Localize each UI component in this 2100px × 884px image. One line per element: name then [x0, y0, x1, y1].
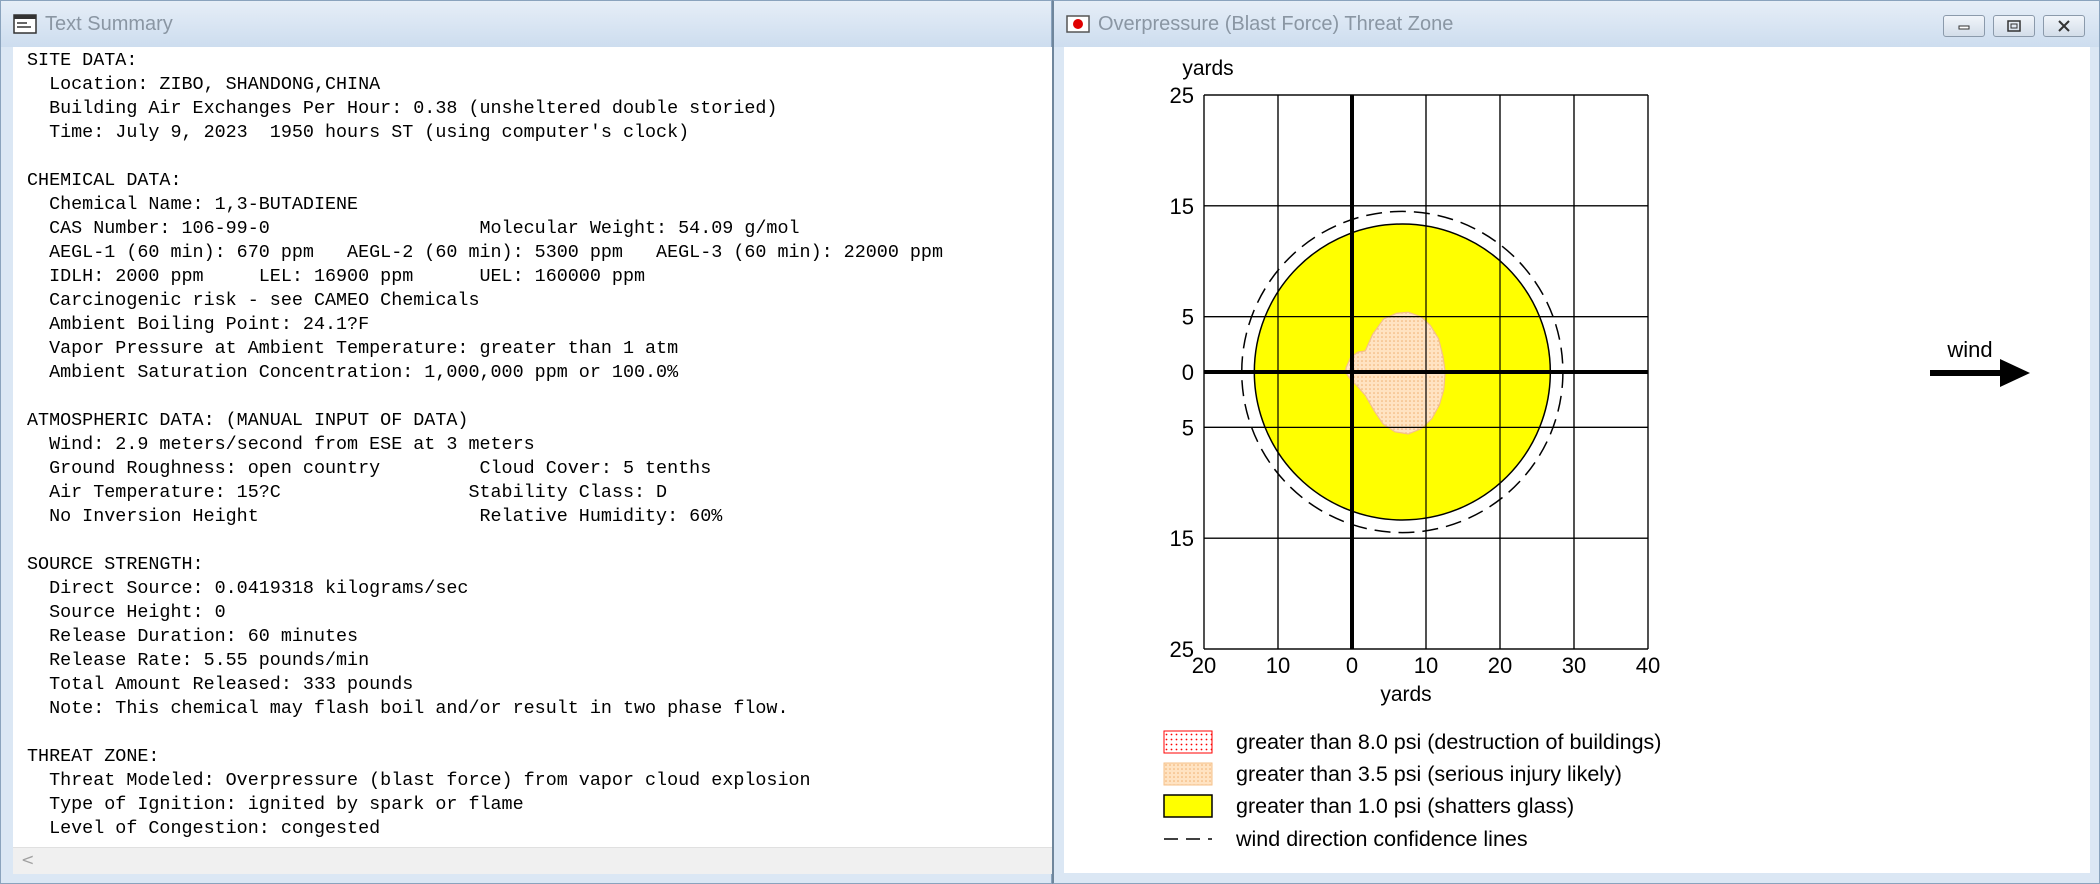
legend-label-1psi: greater than 1.0 psi (shatters glass) — [1236, 794, 1574, 818]
app-icon — [13, 14, 37, 34]
caption-buttons — [1943, 15, 2085, 37]
y-tick-label: 15 — [1170, 194, 1194, 219]
wind-arrow-icon — [1930, 359, 2030, 387]
wind-label: wind — [1946, 337, 1992, 362]
y-tick-label: 5 — [1182, 305, 1194, 330]
x-tick-label: 10 — [1266, 653, 1290, 678]
summary-text-area[interactable]: SITE DATA: Location: ZIBO, SHANDONG,CHIN… — [13, 47, 1053, 847]
y-tick-label: 15 — [1170, 526, 1194, 551]
legend-label-8psi: greater than 8.0 psi (destruction of bui… — [1236, 730, 1661, 754]
horizontal-scrollbar[interactable]: < — [13, 847, 1053, 874]
legend: greater than 8.0 psi (destruction of bui… — [1163, 730, 1661, 851]
legend-swatch-3-5psi — [1163, 762, 1213, 786]
legend-label-3-5psi: greater than 3.5 psi (serious injury lik… — [1236, 762, 1622, 786]
x-axis-label: yards — [1380, 683, 1431, 706]
legend-swatch-1psi — [1163, 794, 1213, 818]
close-button[interactable] — [2043, 15, 2085, 37]
close-icon — [2058, 20, 2070, 32]
scroll-left-icon[interactable]: < — [21, 850, 34, 869]
y-tick-label: 25 — [1170, 637, 1194, 662]
y-tick-label: 25 — [1170, 83, 1194, 108]
y-axis-label: yards — [1182, 57, 1233, 80]
y-tick-label: 0 — [1182, 360, 1194, 385]
x-tick-label: 30 — [1562, 653, 1586, 678]
window-title: Overpressure (Blast Force) Threat Zone — [1098, 12, 1454, 35]
x-tick-label: 0 — [1346, 653, 1358, 678]
legend-swatch-8psi — [1163, 730, 1213, 754]
minimize-icon — [1958, 25, 1970, 30]
map-icon — [1066, 14, 1090, 34]
threat-zone-window: Overpressure (Blast Force) Threat Zone 2… — [1052, 0, 2100, 884]
minimize-button[interactable] — [1943, 15, 1985, 37]
x-tick-label: 40 — [1636, 653, 1660, 678]
maximize-button[interactable] — [1993, 15, 2035, 37]
legend-label-confidence: wind direction confidence lines — [1235, 827, 1528, 851]
threat-zone-plot-area: 20 10 0 10 20 30 40 25 15 5 0 5 15 25 yards yards wind … — [1064, 47, 2090, 873]
window-title: Text Summary — [45, 12, 173, 35]
x-tick-label: 10 — [1414, 653, 1438, 678]
text-summary-window: Text Summary SITE DATA: Location: ZIBO, … — [0, 0, 1053, 884]
x-tick-label: 20 — [1488, 653, 1512, 678]
threat-zone-chart: 20 10 0 10 20 30 40 25 15 5 0 5 15 25 yards yards wind … — [1163, 57, 2030, 851]
summary-text: SITE DATA: Location: ZIBO, SHANDONG,CHIN… — [27, 50, 944, 839]
threat-zone-titlebar[interactable]: Overpressure (Blast Force) Threat Zone — [1054, 1, 2099, 47]
y-tick-label: 5 — [1182, 415, 1194, 440]
x-tick-label: 20 — [1192, 653, 1216, 678]
maximize-icon — [2007, 20, 2021, 32]
text-summary-titlebar[interactable]: Text Summary — [1, 1, 1051, 47]
